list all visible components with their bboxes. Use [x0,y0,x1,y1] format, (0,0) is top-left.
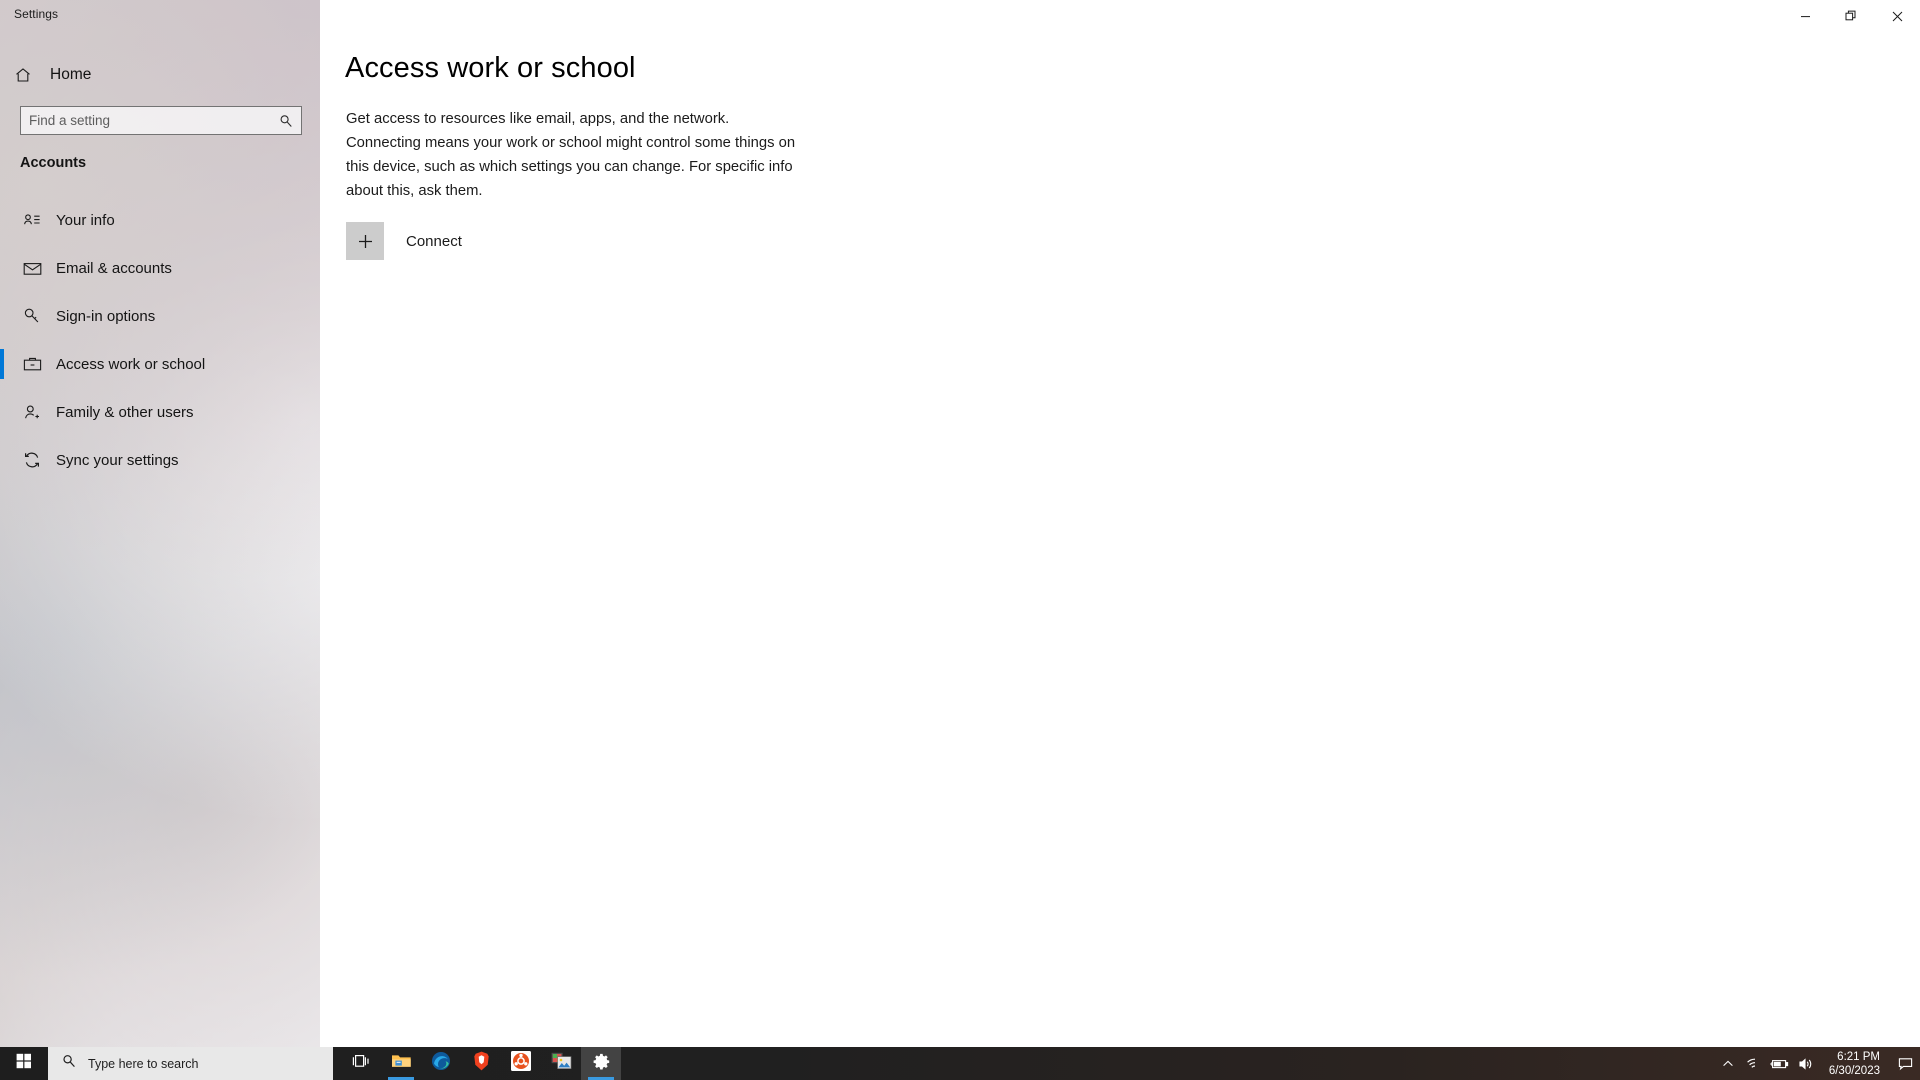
taskbar-app-file-explorer[interactable] [381,1047,421,1080]
taskbar-app-icons [341,1047,621,1080]
search-input[interactable] [21,113,279,128]
sidebar-item-access-work-or-school[interactable]: Access work or school [0,340,320,388]
taskbar-app-ubuntu[interactable] [501,1047,541,1080]
task-view-icon [352,1053,370,1074]
speaker-icon[interactable] [1793,1057,1819,1071]
taskbar-search-placeholder: Type here to search [88,1056,199,1071]
gear-icon [592,1052,611,1076]
main-content: Access work or school Get access to reso… [320,0,1920,1047]
wifi-icon[interactable] [1741,1057,1767,1071]
taskbar-app-settings[interactable] [581,1047,621,1080]
start-button[interactable] [0,1047,48,1080]
search-icon [62,1054,76,1073]
sidebar-nav: Your info Email & accounts Sign-in optio… [0,196,320,484]
search-box[interactable] [20,106,302,135]
notification-bubble-icon[interactable] [1890,1057,1920,1071]
taskbar-app-microsoft-edge[interactable] [421,1047,461,1080]
home-icon [14,66,38,84]
clock-time: 6:21 PM [1837,1050,1880,1063]
desktop: Settings Home Accounts [0,0,1920,1080]
chevron-up-icon[interactable] [1715,1058,1741,1070]
file-explorer-icon [391,1052,412,1075]
plus-icon [346,222,384,260]
sidebar-item-home[interactable]: Home [0,58,320,92]
edge-icon [431,1051,451,1076]
taskbar-app-photos[interactable] [541,1047,581,1080]
taskbar-search-box[interactable]: Type here to search [48,1047,333,1080]
taskbar-app-brave[interactable] [461,1047,501,1080]
sidebar-item-sign-in-options[interactable]: Sign-in options [0,292,320,340]
sidebar-item-label: Email & accounts [56,259,172,277]
close-button[interactable] [1874,0,1920,32]
sidebar-item-label: Sync your settings [56,451,179,469]
person-add-icon [20,404,44,421]
restore-button[interactable] [1828,0,1874,32]
envelope-icon [20,261,44,276]
window-controls [1782,0,1920,32]
sidebar-home-label: Home [50,66,92,83]
settings-window: Settings Home Accounts [0,0,1920,1047]
briefcase-icon [20,356,44,372]
taskbar: Type here to search 6:21 PM 6/30/2023 [0,1047,1920,1080]
battery-charging-icon[interactable] [1767,1058,1793,1070]
connect-button[interactable]: Connect [346,222,462,260]
brave-icon [472,1051,491,1076]
search-icon [279,114,301,128]
page-title: Access work or school [345,52,636,84]
sync-icon [20,451,44,469]
clock[interactable]: 6:21 PM 6/30/2023 [1819,1050,1890,1078]
key-icon [20,307,44,325]
photos-icon [551,1052,572,1076]
sidebar-item-label: Sign-in options [56,307,156,325]
sidebar-item-sync-your-settings[interactable]: Sync your settings [0,436,320,484]
minimize-button[interactable] [1782,0,1828,32]
sidebar-item-label: Access work or school [56,355,206,373]
settings-sidebar: Settings Home Accounts [0,0,320,1047]
page-description: Get access to resources like email, apps… [346,111,796,199]
connect-label: Connect [406,232,462,250]
sidebar-item-label: Family & other users [56,403,194,421]
sidebar-group-title: Accounts [20,155,87,171]
clock-date: 6/30/2023 [1828,1064,1880,1077]
task-view-button[interactable] [341,1047,381,1080]
user-card-icon [20,212,44,228]
system-tray: 6:21 PM 6/30/2023 [1715,1047,1920,1080]
window-title: Settings [14,7,59,21]
sidebar-item-email-accounts[interactable]: Email & accounts [0,244,320,292]
windows-start-icon [16,1053,32,1074]
sidebar-item-family-other-users[interactable]: Family & other users [0,388,320,436]
ubuntu-icon [511,1051,531,1076]
sidebar-item-label: Your info [56,211,115,229]
sidebar-item-your-info[interactable]: Your info [0,196,320,244]
